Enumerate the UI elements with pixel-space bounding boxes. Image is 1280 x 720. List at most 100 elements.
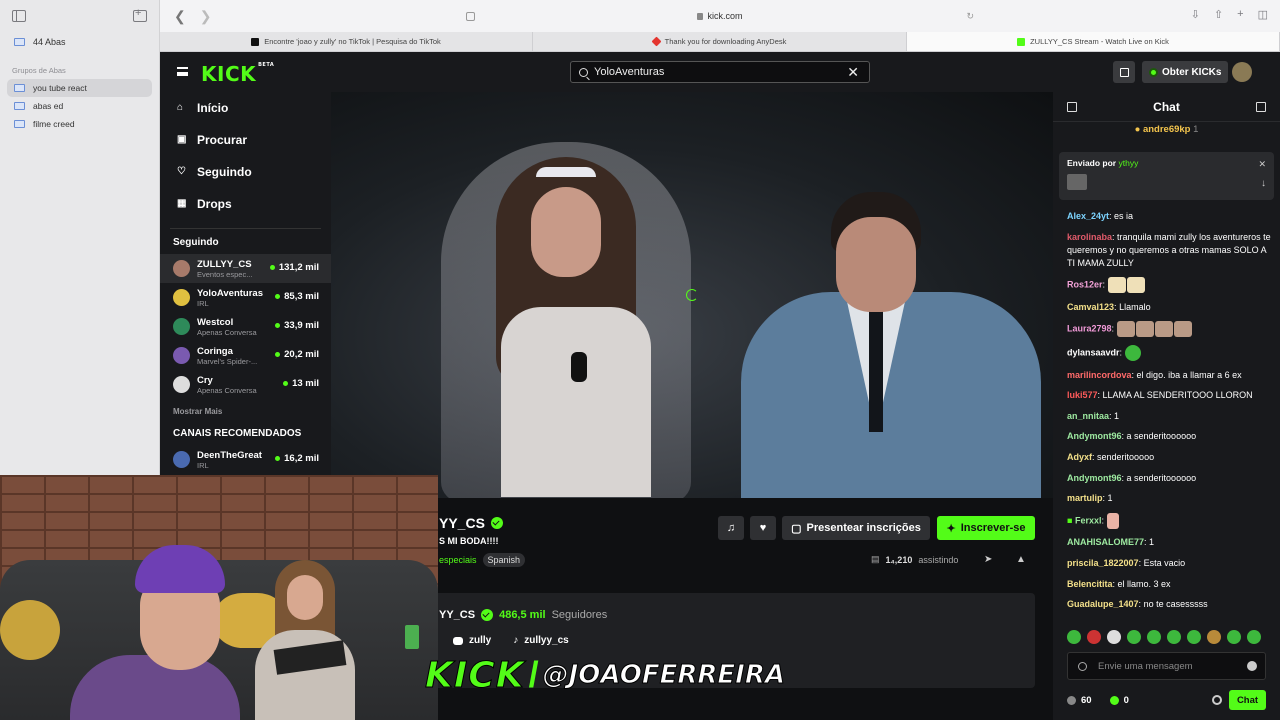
browser-tab-active[interactable]: ZULLYY_CS Stream - Watch Live on Kick	[907, 32, 1280, 51]
new-tab-group-icon[interactable]	[133, 7, 147, 22]
chat-username[interactable]: marilincordova	[1067, 370, 1132, 380]
close-icon[interactable]: ✕	[847, 64, 859, 81]
chat-username[interactable]: priscila_1822007	[1067, 558, 1139, 568]
chat-input[interactable]	[1098, 660, 1238, 672]
search-box[interactable]: ✕	[570, 61, 870, 83]
user-avatar[interactable]	[1232, 62, 1252, 82]
chat-username[interactable]: an_nnitaa	[1067, 411, 1109, 421]
chat-username[interactable]: Andymont96	[1067, 431, 1122, 441]
channel-item[interactable]: Coringa Marvel's Spider-... 20,2 mil	[160, 341, 331, 370]
share-icon[interactable]: ➤	[984, 555, 994, 565]
show-more-link[interactable]: Mostrar Mais	[160, 399, 331, 428]
sidebar-toggle-icon[interactable]	[12, 10, 26, 22]
downloads-icon[interactable]: ⇩	[1191, 8, 1200, 21]
emote-icon[interactable]	[1067, 630, 1081, 644]
chat-username[interactable]: Adyxf	[1067, 452, 1092, 462]
smiley-icon[interactable]	[1247, 661, 1257, 671]
emote-icon[interactable]	[1207, 630, 1221, 644]
emote-icon[interactable]	[1127, 630, 1141, 644]
tab-overview-icon[interactable]: ◫	[1258, 8, 1268, 21]
points-stat[interactable]: 60	[1067, 695, 1092, 706]
tab-group-item[interactable]: you tube react	[7, 79, 152, 97]
chat-username[interactable]: karolinaba	[1067, 232, 1112, 242]
tab-group-item[interactable]: filme creed	[7, 115, 152, 133]
channel-item[interactable]: Westcol Apenas Conversa 33,9 mil	[160, 312, 331, 341]
tab-group-item[interactable]: abas ed	[7, 97, 152, 115]
clip-icon[interactable]: ▲	[1016, 555, 1026, 565]
tiktok-link[interactable]: ♪ zullyy_cs	[513, 635, 568, 646]
address-bar[interactable]: kick.com ↻	[460, 5, 980, 27]
emote-icon[interactable]	[1147, 630, 1161, 644]
browser-tab[interactable]: Encontre 'joao y zully' no TikTok | Pesq…	[160, 32, 533, 51]
new-tab-icon[interactable]: +	[1237, 8, 1243, 21]
category-link[interactable]: especiais	[439, 555, 477, 565]
streamer-name[interactable]: YY_CS	[439, 515, 503, 531]
channel-item[interactable]: ZULLYY_CS Eventos espec... 131,2 mil	[160, 254, 331, 283]
chat-username[interactable]: dylansaavdr	[1067, 347, 1120, 357]
emote-icon	[1173, 321, 1192, 338]
nav-browse[interactable]: ▣ Procurar	[160, 124, 331, 156]
expand-pin-icon[interactable]: ↓	[1261, 178, 1266, 189]
chat-username[interactable]: luki577	[1067, 390, 1098, 400]
all-tabs-item[interactable]: 44 Abas	[0, 32, 159, 52]
nav-home[interactable]: ⌂ Início	[160, 92, 331, 124]
chat-message: luki577: LLAMA AL SENDERITOOO LLORON	[1067, 390, 1253, 401]
emote-icon[interactable]	[1167, 630, 1181, 644]
emote-icon[interactable]	[1247, 630, 1261, 644]
forward-icon[interactable]: ❯	[200, 8, 212, 25]
back-icon[interactable]: ❮	[174, 8, 186, 25]
notifications-button[interactable]: ♫	[718, 516, 744, 540]
chat-input-box[interactable]	[1067, 652, 1266, 680]
emote-icon[interactable]	[1227, 630, 1241, 644]
chat-username[interactable]: ANAHISALOME77	[1067, 537, 1144, 547]
channel-item[interactable]: YoloAventuras IRL 85,3 mil	[160, 283, 331, 312]
browser-tab[interactable]: Thank you for downloading AnyDesk	[533, 32, 907, 51]
gift-subs-button[interactable]: ▢ Presentear inscrições	[782, 516, 930, 540]
chat-username[interactable]: Camval123	[1067, 302, 1114, 312]
nav-following[interactable]: ♡ Seguindo	[160, 156, 331, 188]
chat-username[interactable]: martulip	[1067, 493, 1103, 503]
chat-username[interactable]: Andymont96	[1067, 473, 1122, 483]
chat-send-button[interactable]: Chat	[1229, 690, 1266, 710]
page-menu-icon[interactable]	[466, 11, 475, 21]
language-tag[interactable]: Spanish	[482, 553, 526, 567]
reload-icon[interactable]: ↻	[966, 11, 974, 22]
get-kicks-button[interactable]: Obter KICKs	[1142, 61, 1229, 83]
collapse-chat-icon[interactable]	[1067, 102, 1077, 112]
chat-text: el digo. iba a llamar a 6 ex	[1136, 369, 1242, 380]
star-icon: ✦	[946, 522, 956, 535]
kicks-stat[interactable]: 0	[1109, 695, 1129, 706]
top-gifter[interactable]: ● andre69kp 1	[1053, 122, 1280, 138]
channel-item[interactable]: Cry Apenas Conversa 13 mil	[160, 370, 331, 399]
hide-pin-icon[interactable]: ✕	[1258, 159, 1266, 170]
emote-icon[interactable]	[1187, 630, 1201, 644]
emote-icon[interactable]	[1087, 630, 1101, 644]
chat-username[interactable]: Belencitita	[1067, 579, 1113, 589]
channel-item[interactable]: DeenTheGreat IRL 16,2 mil	[160, 445, 331, 474]
nav-drops[interactable]: ▦ Drops	[160, 188, 331, 220]
emote-icon[interactable]	[1107, 630, 1121, 644]
chat-users-icon[interactable]	[1256, 102, 1266, 112]
search-input[interactable]	[594, 66, 834, 78]
pinned-message[interactable]: Enviado por ythyy ✕ ↓	[1059, 152, 1274, 200]
bell-icon: ♫	[726, 522, 736, 534]
menu-icon[interactable]	[177, 67, 188, 76]
subscribe-button[interactable]: ✦ Inscrever-se	[937, 516, 1035, 540]
avatar	[173, 347, 190, 364]
chat-username[interactable]: Guadalupe_1407	[1067, 599, 1139, 609]
video-player[interactable]	[331, 92, 1053, 498]
browser-tab-label: Thank you for downloading AnyDesk	[664, 37, 787, 46]
share-icon[interactable]: ⇧	[1214, 8, 1223, 21]
chat-username[interactable]: Laura2798	[1067, 324, 1112, 334]
discord-link[interactable]: zully	[453, 635, 491, 646]
chat-username[interactable]: Ferxxl	[1075, 515, 1102, 525]
follow-button[interactable]: ♥	[750, 516, 776, 540]
chat-username[interactable]: Ros12er	[1067, 280, 1103, 290]
library-button[interactable]	[1113, 61, 1135, 83]
kick-logo[interactable]: KICK BETA	[201, 62, 274, 86]
chat-username[interactable]: Alex_24yt	[1067, 211, 1109, 221]
gear-icon[interactable]	[1212, 695, 1222, 705]
heart-icon: ♥	[759, 522, 767, 534]
tab-strip: Encontre 'joao y zully' no TikTok | Pesq…	[160, 32, 1280, 52]
emote-picker-icon[interactable]	[1078, 662, 1087, 671]
